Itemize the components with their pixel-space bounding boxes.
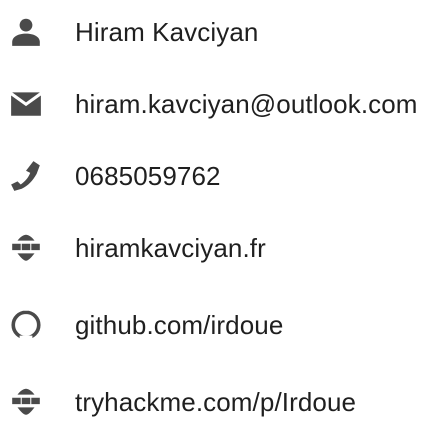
globe-icon bbox=[8, 384, 44, 420]
contact-phone-link[interactable]: 0685059762 bbox=[75, 161, 221, 192]
contact-row-website: hiramkavciyan.fr bbox=[0, 216, 426, 280]
envelope-icon bbox=[8, 86, 44, 122]
contact-name: Hiram Kavciyan bbox=[75, 16, 259, 47]
contact-row-github: github.com/irdoue bbox=[0, 293, 426, 357]
contact-email-link[interactable]: hiram.kavciyan@outlook.com bbox=[75, 89, 418, 120]
contact-row-phone: 0685059762 bbox=[0, 144, 426, 208]
github-icon bbox=[8, 307, 44, 343]
contact-row-tryhackme: tryhackme.com/p/Irdoue bbox=[0, 370, 426, 434]
user-icon bbox=[8, 14, 44, 50]
contact-github-link[interactable]: github.com/irdoue bbox=[75, 310, 283, 341]
contact-row-email: hiram.kavciyan@outlook.com bbox=[0, 72, 426, 136]
contact-website-link[interactable]: hiramkavciyan.fr bbox=[75, 233, 266, 264]
contact-tryhackme-link[interactable]: tryhackme.com/p/Irdoue bbox=[75, 387, 356, 418]
contact-list: Hiram Kavciyan hiram.kavciyan@outlook.co… bbox=[0, 0, 426, 448]
globe-icon bbox=[8, 230, 44, 266]
phone-icon bbox=[8, 158, 44, 194]
contact-row-name: Hiram Kavciyan bbox=[0, 0, 426, 64]
